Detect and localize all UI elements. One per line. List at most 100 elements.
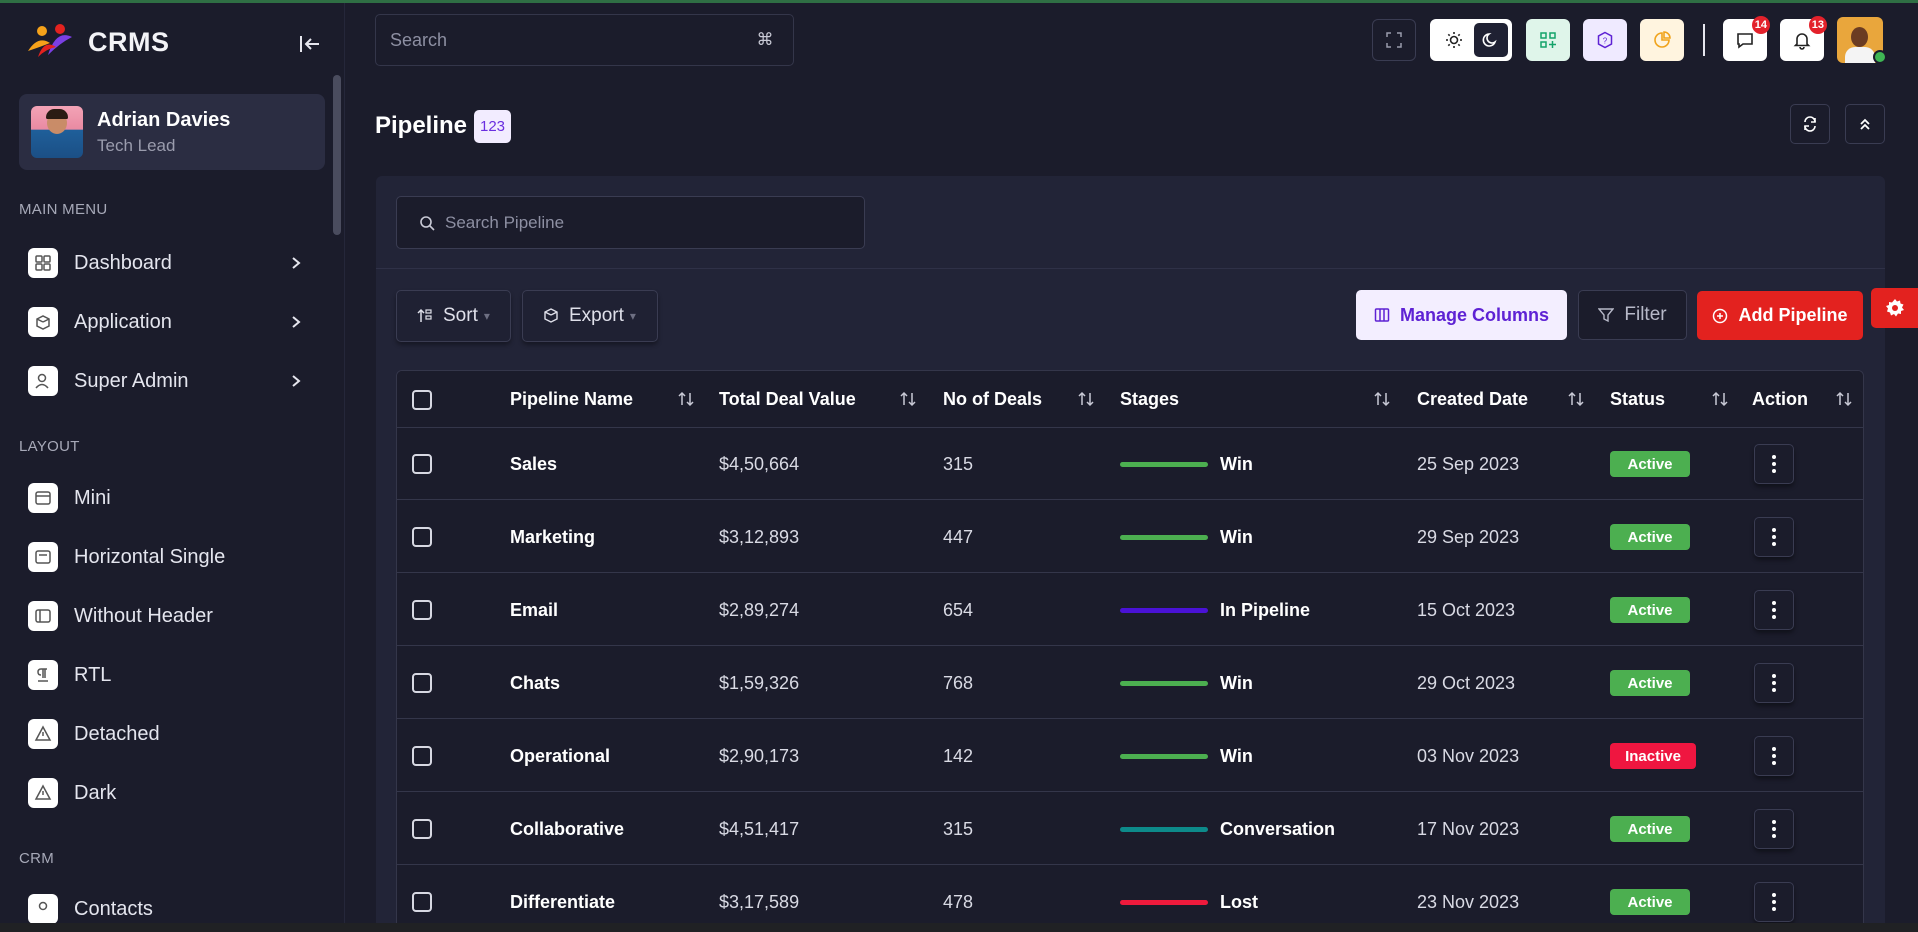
- reports-button[interactable]: [1640, 19, 1684, 61]
- svg-text:?: ?: [1603, 37, 1608, 46]
- hexagon-help-icon: ?: [1597, 31, 1613, 49]
- sort-arrows-icon[interactable]: [1833, 388, 1855, 410]
- sort-arrows-icon[interactable]: [1565, 388, 1587, 410]
- sidebar-item-horizontal-single[interactable]: Horizontal Single: [28, 537, 318, 577]
- collapse-header-button[interactable]: [1845, 104, 1885, 144]
- col-created-date[interactable]: Created Date: [1417, 389, 1528, 410]
- sun-icon: [1446, 32, 1462, 48]
- stage-indicator: [1120, 754, 1208, 759]
- col-action[interactable]: Action: [1752, 389, 1808, 410]
- row-checkbox[interactable]: [412, 892, 432, 912]
- section-main-menu: MAIN MENU: [19, 201, 108, 218]
- sort-arrows-icon[interactable]: [1371, 388, 1393, 410]
- refresh-icon: [1804, 116, 1816, 132]
- horizontal-layout-icon: [28, 542, 58, 572]
- pipeline-search[interactable]: [396, 196, 865, 249]
- super-admin-icon: [28, 366, 58, 396]
- row-actions-button[interactable]: [1754, 663, 1794, 703]
- messages-count-badge: 14: [1751, 16, 1770, 34]
- status-badge: Active: [1610, 816, 1690, 842]
- chevron-right-icon: [286, 253, 306, 273]
- gear-icon: [1885, 299, 1904, 317]
- export-dropdown[interactable]: Export ▾: [522, 290, 658, 342]
- notifications-button[interactable]: 13: [1780, 16, 1827, 61]
- sidebar-item-contacts[interactable]: Contacts: [28, 889, 318, 923]
- sidebar-scrollbar[interactable]: [333, 75, 341, 235]
- sidebar-item-dashboard[interactable]: Dashboard: [28, 243, 318, 283]
- sort-arrows-icon[interactable]: [675, 388, 697, 410]
- stage-indicator: [1120, 827, 1208, 832]
- sidebar-item-label: Horizontal Single: [74, 545, 226, 568]
- pipeline-name[interactable]: Marketing: [510, 527, 595, 548]
- pipeline-name[interactable]: Collaborative: [510, 819, 624, 840]
- search-input[interactable]: [390, 29, 730, 51]
- sidebar-item-label: Contacts: [74, 897, 153, 920]
- theme-toggle[interactable]: [1430, 19, 1512, 61]
- row-actions-button[interactable]: [1754, 882, 1794, 922]
- pipeline-search-input[interactable]: [445, 212, 845, 233]
- add-pipeline-button[interactable]: Add Pipeline: [1697, 291, 1863, 340]
- sort-arrows-icon[interactable]: [897, 388, 919, 410]
- col-stages[interactable]: Stages: [1120, 389, 1179, 410]
- dark-mode-button[interactable]: [1474, 23, 1508, 57]
- sidebar-item-detached[interactable]: Detached: [28, 714, 318, 754]
- created-date: 25 Sep 2023: [1417, 454, 1520, 474]
- col-total-deal-value[interactable]: Total Deal Value: [719, 389, 856, 410]
- row-checkbox[interactable]: [412, 600, 432, 620]
- deal-value: $2,89,274: [719, 600, 800, 620]
- kebab-menu-icon: [1772, 674, 1776, 692]
- row-actions-button[interactable]: [1754, 809, 1794, 849]
- pipeline-name[interactable]: Chats: [510, 673, 560, 694]
- dark-icon: [28, 778, 58, 808]
- row-actions-button[interactable]: [1754, 590, 1794, 630]
- global-search[interactable]: ⌘: [375, 14, 794, 66]
- add-pipeline-label: Add Pipeline: [1738, 305, 1848, 325]
- sidebar-item-super-admin[interactable]: Super Admin: [28, 361, 318, 401]
- col-status[interactable]: Status: [1610, 389, 1665, 410]
- pipeline-name[interactable]: Differentiate: [510, 892, 615, 913]
- col-no-of-deals[interactable]: No of Deals: [943, 389, 1042, 410]
- pipeline-count-badge: 123: [474, 110, 511, 143]
- messages-button[interactable]: 14: [1723, 16, 1770, 61]
- sidebar-item-application[interactable]: Application: [28, 302, 318, 342]
- stage-label: Win: [1220, 673, 1253, 693]
- light-mode-button[interactable]: [1434, 19, 1474, 61]
- app-name: CRMS: [88, 26, 170, 57]
- sort-arrows-icon[interactable]: [1709, 388, 1731, 410]
- sidebar-item-rtl[interactable]: RTL: [28, 655, 318, 695]
- row-actions-button[interactable]: [1754, 517, 1794, 557]
- contacts-icon: [28, 894, 58, 923]
- collapse-sidebar-button[interactable]: [297, 31, 323, 57]
- sort-arrows-icon[interactable]: [1075, 388, 1097, 410]
- row-checkbox[interactable]: [412, 746, 432, 766]
- filter-button[interactable]: Filter: [1578, 290, 1687, 340]
- row-checkbox[interactable]: [412, 819, 432, 839]
- refresh-button[interactable]: [1790, 104, 1830, 144]
- stage-indicator: [1120, 608, 1208, 613]
- row-checkbox[interactable]: [412, 527, 432, 547]
- select-all-checkbox[interactable]: [412, 390, 432, 410]
- settings-button[interactable]: [1871, 288, 1918, 328]
- col-pipeline-name[interactable]: Pipeline Name: [510, 389, 633, 410]
- user-profile-card[interactable]: Adrian Davies Tech Lead: [19, 94, 325, 170]
- sort-label: Sort: [443, 305, 478, 326]
- row-actions-button[interactable]: [1754, 444, 1794, 484]
- sidebar: CRMS Adrian Davies Tech Lead MAIN MENU D…: [0, 3, 345, 923]
- export-label: Export: [569, 305, 624, 326]
- pipeline-name[interactable]: Operational: [510, 746, 610, 767]
- manage-columns-button[interactable]: Manage Columns: [1356, 290, 1567, 340]
- sidebar-item-without-header[interactable]: Without Header: [28, 596, 318, 636]
- apps-button[interactable]: [1526, 19, 1570, 61]
- help-button[interactable]: ?: [1583, 19, 1627, 61]
- pipeline-name[interactable]: Email: [510, 600, 558, 621]
- pipeline-name[interactable]: Sales: [510, 454, 557, 475]
- fullscreen-button[interactable]: [1372, 19, 1416, 61]
- row-checkbox[interactable]: [412, 454, 432, 474]
- row-actions-button[interactable]: [1754, 736, 1794, 776]
- sidebar-item-dark[interactable]: Dark: [28, 773, 318, 813]
- app-logo[interactable]: CRMS: [20, 21, 170, 63]
- sidebar-item-mini[interactable]: Mini: [28, 478, 318, 518]
- row-checkbox[interactable]: [412, 673, 432, 693]
- sort-dropdown[interactable]: Sort ▾: [396, 290, 511, 342]
- stage-indicator: [1120, 900, 1208, 905]
